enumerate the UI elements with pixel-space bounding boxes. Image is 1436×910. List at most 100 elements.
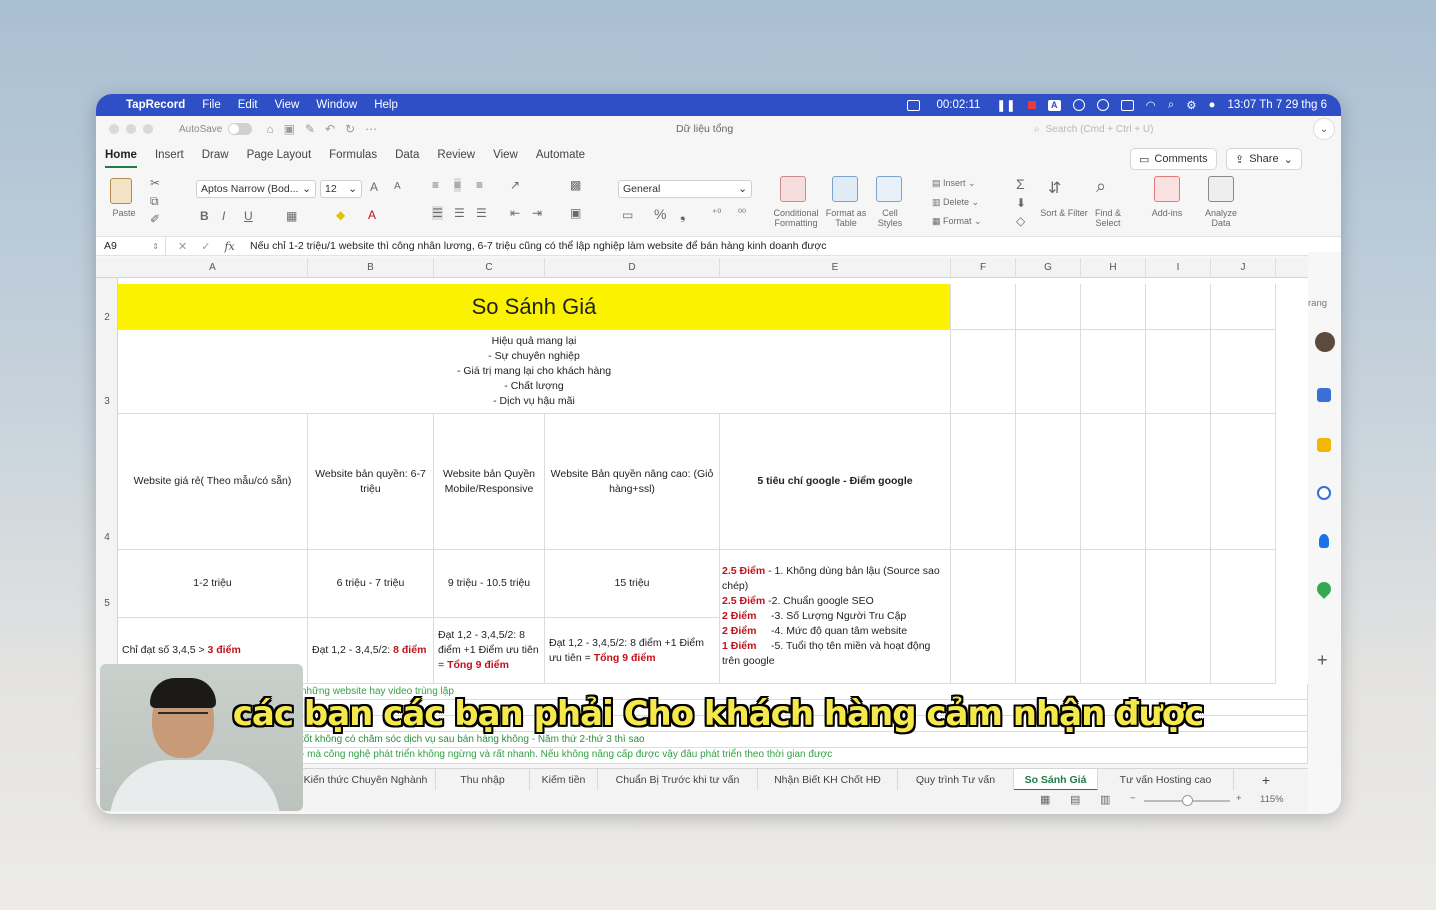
autosave-toggle[interactable] bbox=[228, 123, 253, 135]
column-header-e[interactable]: E bbox=[720, 258, 951, 278]
align-bottom-icon[interactable]: ≡ bbox=[476, 178, 483, 192]
column-header-d[interactable]: D bbox=[545, 258, 720, 278]
cell-f3[interactable] bbox=[951, 330, 1016, 414]
menu-app-name[interactable]: TapRecord bbox=[126, 99, 185, 111]
column-header-c[interactable]: C bbox=[434, 258, 545, 278]
header-mobile-website[interactable]: Website bản Quyền Mobile/Responsive bbox=[434, 414, 545, 550]
fill-color-icon[interactable]: ◆ bbox=[336, 208, 345, 222]
spotlight-search-icon[interactable]: ⌕ bbox=[1168, 99, 1174, 112]
tab-review[interactable]: Review bbox=[437, 146, 475, 168]
cell-h2[interactable] bbox=[1081, 284, 1146, 330]
italic-icon[interactable]: I bbox=[222, 209, 225, 223]
comma-style-icon[interactable]: ❟ bbox=[680, 206, 686, 223]
page-break-view-icon[interactable]: ▥ bbox=[1100, 793, 1110, 806]
find-select-icon[interactable]: ⌕ bbox=[1096, 176, 1106, 197]
add-ins-label[interactable]: Add-ins bbox=[1146, 208, 1188, 218]
cell-f5[interactable] bbox=[951, 550, 1016, 684]
document-title[interactable]: Dữ liệu tổng bbox=[676, 123, 733, 135]
contacts-icon[interactable] bbox=[1319, 534, 1329, 548]
menu-window[interactable]: Window bbox=[316, 99, 357, 111]
zoom-window-icon[interactable] bbox=[143, 124, 153, 134]
header-google-criteria[interactable]: 5 tiêu chí google - Điểm google bbox=[720, 414, 951, 550]
sort-filter-label[interactable]: Sort & Filter bbox=[1040, 208, 1088, 218]
decrease-decimal-icon[interactable]: ⁰⁰ bbox=[738, 208, 746, 219]
play-circle-icon[interactable] bbox=[1072, 99, 1085, 111]
analyze-data-label[interactable]: Analyze Data bbox=[1198, 208, 1244, 228]
cell-i4[interactable] bbox=[1146, 414, 1211, 550]
add-ins-icon[interactable] bbox=[1154, 176, 1180, 202]
font-size-select[interactable]: 12 ⌄ bbox=[320, 180, 362, 198]
menu-edit[interactable]: Edit bbox=[238, 99, 258, 111]
increase-font-icon[interactable]: A bbox=[370, 180, 378, 194]
increase-decimal-icon[interactable]: ⁺⁰ bbox=[712, 208, 721, 219]
cell-g2[interactable] bbox=[1016, 284, 1081, 330]
align-right-icon[interactable]: ☰ bbox=[476, 206, 487, 220]
align-left-icon[interactable]: ☰ bbox=[432, 206, 443, 220]
currency-icon[interactable]: ▭ bbox=[622, 208, 633, 222]
column-header-h[interactable]: H bbox=[1081, 258, 1146, 278]
tab-insert[interactable]: Insert bbox=[155, 146, 184, 168]
avatar[interactable] bbox=[1315, 332, 1335, 352]
score-licensed[interactable]: Đạt 1,2 - 3,4,5/2: 8 điểm bbox=[308, 618, 434, 684]
share-button[interactable]: ⇪ Share ⌄ bbox=[1226, 148, 1302, 170]
insert-cells-button[interactable]: ▤ Insert ⌄ bbox=[932, 178, 992, 188]
clear-icon[interactable]: ◇ bbox=[1016, 214, 1025, 228]
format-as-table-icon[interactable] bbox=[832, 176, 858, 202]
row-header-2[interactable]: 2 bbox=[96, 312, 118, 323]
cell-i3[interactable] bbox=[1146, 330, 1211, 414]
cell-h4[interactable] bbox=[1081, 414, 1146, 550]
header-advanced-website[interactable]: Website Bản quyền nâng cao: (Giỏ hàng+ss… bbox=[545, 414, 720, 550]
tab-draw[interactable]: Draw bbox=[202, 146, 229, 168]
cell-g5[interactable] bbox=[1016, 550, 1081, 684]
keep-notes-icon[interactable] bbox=[1317, 438, 1331, 452]
tasks-icon[interactable] bbox=[1317, 486, 1331, 500]
increase-indent-icon[interactable]: ⇥ bbox=[532, 206, 542, 220]
comments-button[interactable]: ▭ Comments bbox=[1130, 148, 1217, 170]
criteria-cell[interactable]: 2.5 Điểm - 1. Không dùng bản lậu (Source… bbox=[720, 550, 951, 684]
sheet-tab-kien-thuc[interactable]: Kiến thức Chuyên Nghành bbox=[296, 769, 436, 791]
menu-file[interactable]: File bbox=[202, 99, 221, 111]
row-header-4[interactable]: 4 bbox=[96, 532, 118, 543]
minimize-window-icon[interactable] bbox=[126, 124, 136, 134]
column-header-b[interactable]: B bbox=[308, 258, 434, 278]
delete-cells-button[interactable]: ▥ Delete ⌄ bbox=[932, 197, 992, 207]
tab-page-layout[interactable]: Page Layout bbox=[247, 146, 312, 168]
cancel-icon[interactable]: ✕ bbox=[178, 240, 187, 253]
column-header-g[interactable]: G bbox=[1016, 258, 1081, 278]
intro-cell[interactable]: Hiệu quả mang lại - Sự chuyên nghiệp - G… bbox=[118, 330, 951, 414]
underline-icon[interactable]: U bbox=[244, 209, 253, 223]
sheet-tab-nhan-biet[interactable]: Nhận Biết KH Chốt HĐ bbox=[758, 769, 898, 791]
cell-j4[interactable] bbox=[1211, 414, 1276, 550]
zoom-slider-thumb[interactable] bbox=[1182, 795, 1193, 806]
header-licensed-website[interactable]: Website bản quyền: 6-7 triệu bbox=[308, 414, 434, 550]
pause-icon[interactable]: ❚❚ bbox=[996, 98, 1015, 112]
paste-button[interactable] bbox=[110, 178, 132, 204]
copy-icon[interactable]: ⧉ bbox=[150, 194, 159, 209]
column-header-f[interactable]: F bbox=[951, 258, 1016, 278]
font-name-select[interactable]: Aptos Narrow (Bod... ⌄ bbox=[196, 180, 316, 198]
price-advanced[interactable]: 15 triệu bbox=[545, 550, 720, 618]
menubar-clock[interactable]: 13:07 Th 7 29 thg 6 bbox=[1227, 99, 1327, 111]
column-header-i[interactable]: I bbox=[1146, 258, 1211, 278]
percent-icon[interactable]: % bbox=[654, 206, 666, 222]
menu-view[interactable]: View bbox=[275, 99, 300, 111]
cell-j3[interactable] bbox=[1211, 330, 1276, 414]
decrease-indent-icon[interactable]: ⇤ bbox=[510, 206, 520, 220]
sheet-tab-kiem-tien[interactable]: Kiếm tiền bbox=[530, 769, 598, 791]
format-cells-button[interactable]: ▦ Format ⌄ bbox=[932, 216, 992, 226]
cell-f2[interactable] bbox=[951, 284, 1016, 330]
row-header-5[interactable]: 5 bbox=[96, 598, 118, 609]
align-middle-icon[interactable]: ≡ bbox=[454, 178, 462, 192]
tab-formulas[interactable]: Formulas bbox=[329, 146, 377, 168]
confirm-icon[interactable]: ✓ bbox=[201, 240, 210, 253]
column-header-a[interactable]: A bbox=[118, 258, 308, 278]
conditional-formatting-icon[interactable] bbox=[780, 176, 806, 202]
user-circle-icon[interactable] bbox=[1096, 99, 1109, 111]
control-center-icon[interactable]: ⚙ bbox=[1186, 98, 1196, 112]
number-format-select[interactable]: General ⌄ bbox=[618, 180, 752, 198]
wifi-icon[interactable]: ◠ bbox=[1146, 98, 1156, 112]
header-cheap-website[interactable]: Website giá rẻ( Theo mẫu/có sẵn) bbox=[118, 414, 308, 550]
tab-automate[interactable]: Automate bbox=[536, 146, 585, 168]
sheet-tab-thu-nhap[interactable]: Thu nhập bbox=[436, 769, 530, 791]
bold-icon[interactable]: B bbox=[200, 209, 209, 223]
